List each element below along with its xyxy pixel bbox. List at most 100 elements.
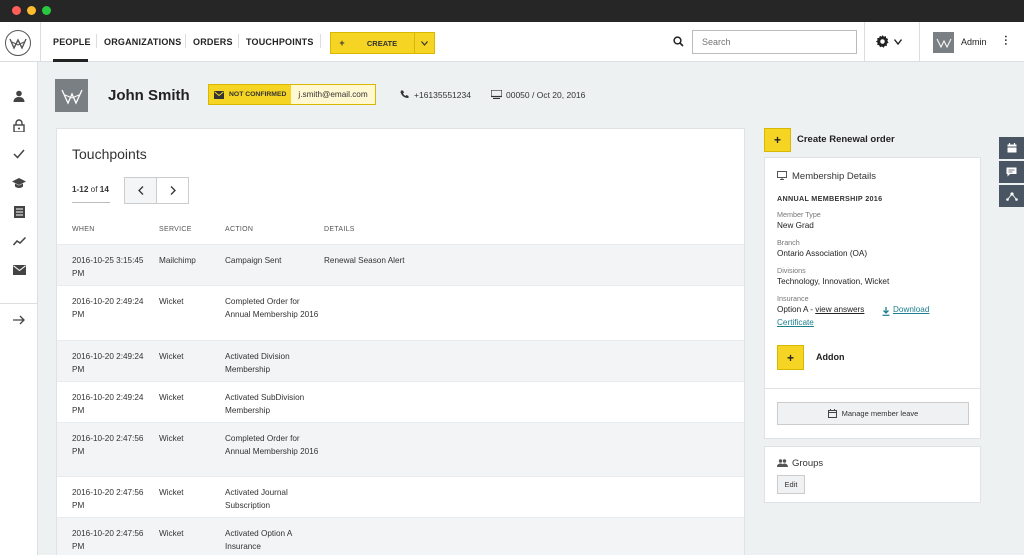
download-icon[interactable]	[882, 307, 890, 318]
addon-label[interactable]: Addon	[816, 352, 845, 362]
column-header-details[interactable]: DETAILS	[324, 226, 355, 233]
top-navigation: PEOPLE ORGANIZATIONS ORDERS TOUCHPOINTS …	[0, 22, 1024, 62]
insurance-label: Insurance	[777, 294, 809, 303]
maximize-window-button[interactable]	[42, 6, 51, 15]
cell-action: Campaign Sent	[225, 256, 282, 265]
member-type-label: Member Type	[777, 210, 821, 219]
logo-icon[interactable]	[5, 30, 31, 56]
cell-action: Activated Division Membership	[225, 352, 290, 374]
chevron-down-icon[interactable]	[414, 33, 434, 53]
calendar-tab[interactable]	[999, 137, 1024, 159]
check-icon[interactable]	[11, 146, 27, 162]
prev-page-button[interactable]	[125, 178, 157, 203]
download-link[interactable]: Download	[893, 305, 929, 314]
calendar-icon	[827, 409, 837, 418]
groups-edit-button[interactable]: Edit	[777, 475, 805, 494]
network-icon	[1005, 192, 1018, 201]
more-options-icon[interactable]: ···	[999, 35, 1011, 46]
card-icon	[490, 89, 503, 101]
trend-icon[interactable]	[11, 233, 27, 249]
chat-icon	[1006, 167, 1017, 177]
cell-when: 2016-10-20 2:49:24 PM	[72, 352, 144, 374]
profile-avatar	[55, 79, 88, 112]
status-badge: NOT CONFIRMED j.smith@email.com	[208, 84, 376, 105]
column-header-when[interactable]: WHEN	[72, 226, 95, 233]
column-header-service[interactable]: SERVICE	[159, 226, 192, 233]
admin-name[interactable]: Admin	[961, 37, 987, 47]
cell-service: Wicket	[159, 529, 184, 538]
table-row[interactable]: 2016-10-20 2:47:56 PM Wicket Activated Opt…	[57, 517, 744, 555]
table-row[interactable]: 2016-10-20 2:49:24 PM Wicket Activated Sub…	[57, 381, 744, 422]
avatar[interactable]	[933, 32, 954, 53]
cell-service: Wicket	[159, 393, 184, 402]
mail-icon[interactable]	[11, 262, 27, 278]
cell-service: Wicket	[159, 488, 184, 497]
chat-tab[interactable]	[999, 161, 1024, 183]
table-row[interactable]: 2016-10-25 3:15:45 PM Mailchimp Campaign S…	[57, 244, 744, 285]
window-titlebar	[0, 0, 1024, 22]
pagination-controls	[124, 177, 189, 204]
calendar-tab-icon	[1007, 143, 1016, 153]
profile-phone: +16135551234	[414, 90, 471, 100]
manage-member-leave-button[interactable]: Manage member leave	[777, 402, 969, 425]
status-label: NOT CONFIRMED	[209, 85, 292, 104]
cell-when: 2016-10-20 2:49:24 PM	[72, 393, 144, 415]
nav-people[interactable]: PEOPLE	[53, 37, 91, 47]
pagination-text: 1-12 of 14	[72, 185, 109, 194]
nav-touchpoints[interactable]: TOUCHPOINTS	[246, 37, 314, 47]
network-tab[interactable]	[999, 185, 1024, 207]
cell-when: 2016-10-25 3:15:45 PM	[72, 256, 144, 278]
addon-plus-button[interactable]: +	[777, 345, 804, 370]
list-icon[interactable]	[11, 204, 27, 220]
monitor-icon	[777, 171, 787, 182]
cell-when: 2016-10-20 2:47:56 PM	[72, 434, 144, 456]
close-window-button[interactable]	[12, 6, 21, 15]
divisions-value: Technology, Innovation, Wicket	[777, 277, 890, 286]
table-row[interactable]: 2016-10-20 2:49:24 PM Wicket Completed Ord…	[57, 285, 744, 340]
create-button[interactable]: + CREATE	[330, 32, 435, 54]
member-type-value: New Grad	[777, 221, 814, 230]
cell-action: Activated SubDivision Membership	[225, 393, 305, 415]
create-renewal-label[interactable]: Create Renewal order	[797, 134, 895, 145]
graduation-cap-icon[interactable]	[11, 175, 27, 191]
create-label: CREATE	[366, 38, 398, 48]
gear-icon[interactable]	[875, 34, 890, 51]
certificate-link[interactable]: Certificate	[777, 318, 814, 327]
cell-service: Wicket	[159, 297, 184, 306]
search-input[interactable]	[692, 30, 857, 54]
table-row[interactable]: 2016-10-20 2:47:56 PM Wicket Activated Jou…	[57, 476, 744, 517]
create-plus: +	[339, 38, 345, 48]
minimize-window-button[interactable]	[27, 6, 36, 15]
nav-orders[interactable]: ORDERS	[193, 37, 233, 47]
column-header-action[interactable]: ACTION	[225, 226, 253, 233]
cell-details: Renewal Season Alert	[324, 256, 405, 265]
next-page-button[interactable]	[157, 178, 188, 203]
cell-action: Activated Option A Insurance	[225, 529, 292, 551]
groups-title: Groups	[792, 458, 824, 469]
person-icon[interactable]	[11, 88, 27, 104]
arrow-right-icon[interactable]	[11, 312, 27, 328]
member-info: 00050 / Oct 20, 2016	[506, 90, 586, 100]
nav-organizations[interactable]: ORGANIZATIONS	[104, 37, 181, 47]
divisions-label: Divisions	[777, 266, 806, 275]
cell-when: 2016-10-20 2:49:24 PM	[72, 297, 144, 319]
sidebar	[0, 62, 38, 555]
cell-action: Activated Journal Subscription	[225, 488, 288, 510]
cell-service: Wicket	[159, 352, 184, 361]
view-answers-link[interactable]: view answers	[815, 305, 864, 314]
membership-name: ANNUAL MEMBERSHIP 2016	[777, 194, 883, 203]
cell-when: 2016-10-20 2:47:56 PM	[72, 488, 144, 510]
profile-email[interactable]: j.smith@email.com	[291, 85, 375, 104]
profile-name: John Smith	[108, 87, 190, 104]
search-icon[interactable]	[673, 36, 684, 49]
table-row[interactable]: 2016-10-20 2:49:24 PM Wicket Activated Div…	[57, 340, 744, 381]
branch-label: Branch	[777, 238, 800, 247]
cell-service: Wicket	[159, 434, 184, 443]
table-row[interactable]: 2016-10-20 2:47:56 PM Wicket Completed Ord…	[57, 422, 744, 476]
membership-title: Membership Details	[792, 171, 876, 182]
cell-when: 2016-10-20 2:47:56 PM	[72, 529, 144, 551]
create-renewal-plus-button[interactable]: +	[764, 128, 791, 152]
lock-icon[interactable]	[11, 117, 27, 133]
phone-icon	[400, 90, 409, 101]
settings-chevron-down-icon[interactable]	[893, 37, 903, 47]
